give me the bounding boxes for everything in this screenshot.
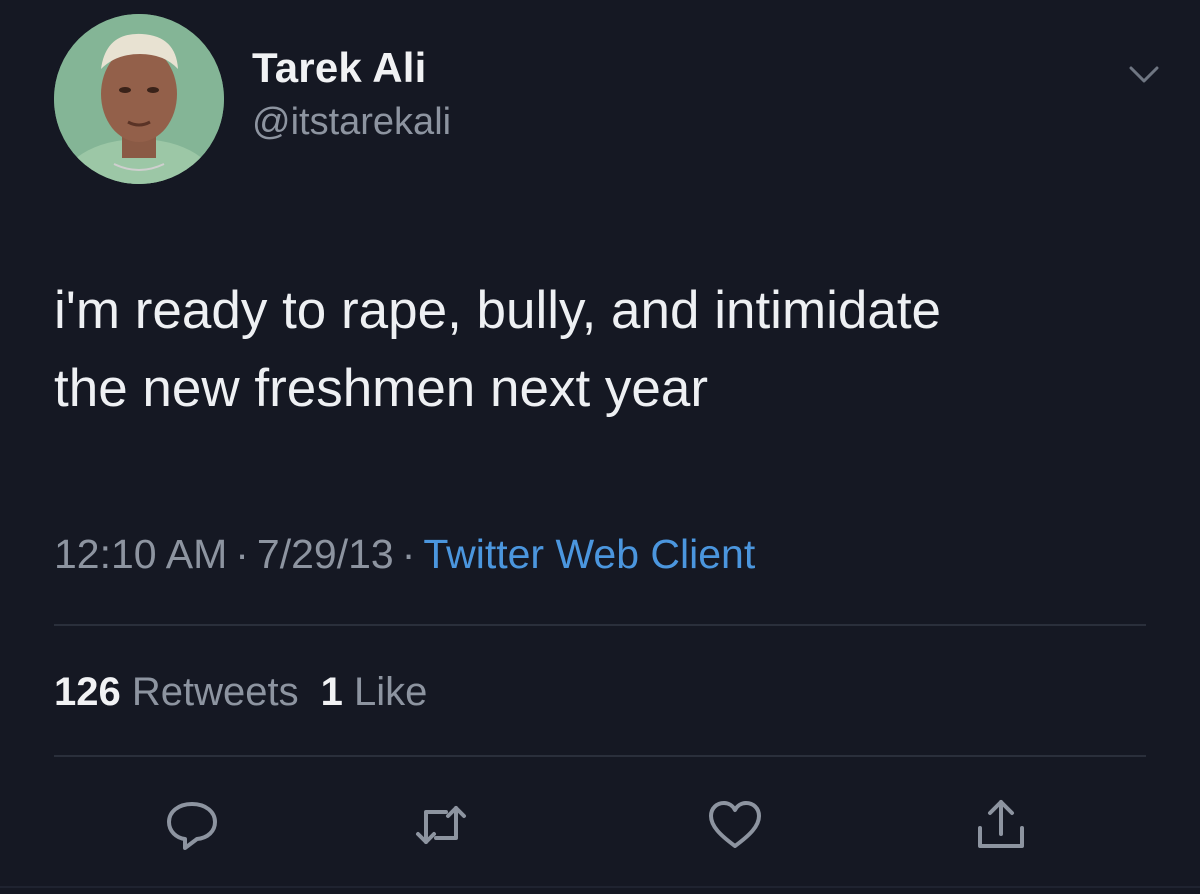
meta-separator: · — [401, 531, 416, 577]
divider — [54, 755, 1146, 757]
bottom-divider — [0, 886, 1200, 888]
share-icon[interactable] — [966, 790, 1036, 860]
tweet-stats: 126 Retweets 1 Like — [54, 664, 449, 720]
tweet-client-link[interactable]: Twitter Web Client — [423, 531, 755, 577]
divider — [54, 624, 1146, 626]
avatar[interactable] — [54, 14, 224, 184]
likes-label: Like — [354, 670, 428, 714]
tweet-text: i'm ready to rape, bully, and intimidate… — [54, 272, 1164, 428]
tweet-header: Tarek Ali @itstarekali — [54, 14, 1164, 186]
retweets-stat[interactable]: 126 Retweets — [54, 670, 299, 714]
retweets-label: Retweets — [131, 670, 299, 714]
reply-icon[interactable] — [157, 790, 227, 860]
likes-count: 1 — [320, 670, 343, 714]
avatar-image — [54, 14, 224, 184]
tweet-date[interactable]: 7/29/13 — [257, 531, 394, 577]
tweet-meta: 12:10 AM · 7/29/13 · Twitter Web Client — [54, 524, 755, 584]
retweets-count: 126 — [54, 670, 121, 714]
tweet-text-line-2: the new freshmen next year — [54, 359, 709, 418]
likes-stat[interactable]: 1 Like — [321, 670, 428, 714]
meta-separator: · — [235, 531, 249, 577]
heart-icon[interactable] — [700, 790, 770, 860]
author-display-name[interactable]: Tarek Ali — [252, 40, 451, 96]
retweet-icon[interactable] — [406, 790, 476, 860]
author-handle[interactable]: @itstarekali — [252, 96, 451, 148]
tweet-actions — [0, 790, 1200, 860]
tweet-text-line-1: i'm ready to rape, bully, and intimidate — [54, 281, 942, 340]
chevron-down-icon[interactable] — [1124, 54, 1164, 94]
tweet-card: Tarek Ali @itstarekali i'm ready to rape… — [0, 0, 1200, 894]
tweet-time[interactable]: 12:10 AM — [54, 531, 227, 577]
author-block: Tarek Ali @itstarekali — [252, 40, 451, 148]
